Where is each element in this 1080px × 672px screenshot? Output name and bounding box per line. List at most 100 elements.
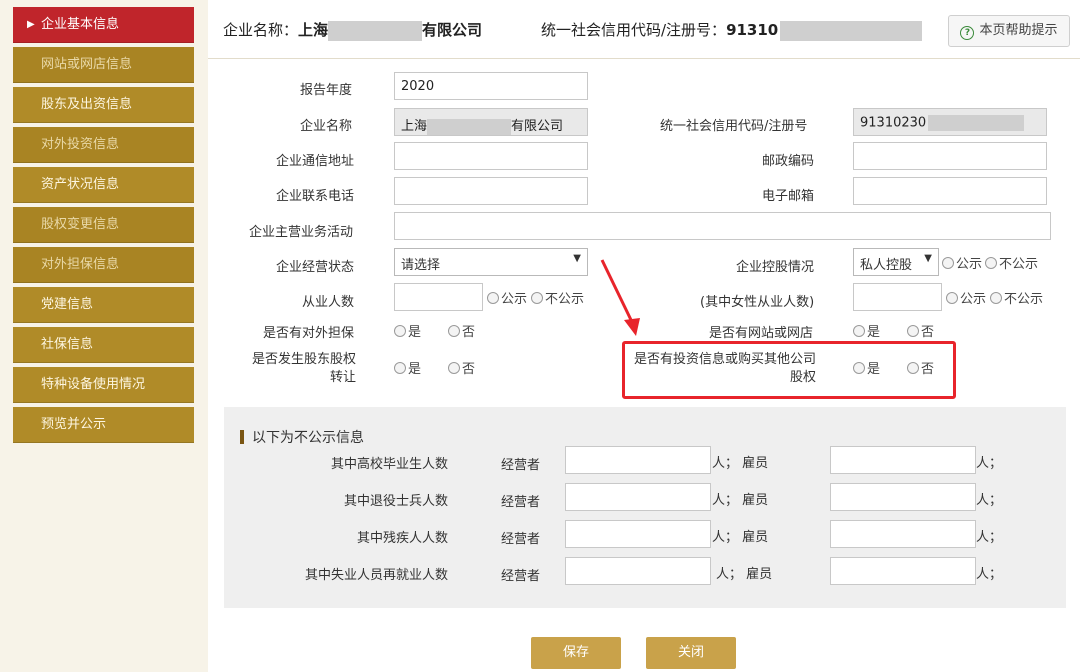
sidebar-item-label: 网站或网店信息 [41, 57, 133, 72]
sidebar-item-label: 股东及出资信息 [41, 97, 133, 112]
postcode-input[interactable] [853, 142, 1047, 170]
sidebar-item-social-security[interactable]: 社保信息 [13, 327, 194, 363]
redaction-mask [780, 20, 923, 41]
unit-label: 人； 雇员 [712, 456, 769, 471]
sidebar-item-equity-change[interactable]: 股权变更信息 [13, 207, 194, 243]
company-name-label: 企业名称 [300, 119, 353, 134]
sidebar-item-label: 党建信息 [41, 297, 94, 312]
graduates-employee-input[interactable] [830, 446, 976, 474]
radio-circle-icon [985, 257, 997, 269]
email-input[interactable] [853, 177, 1047, 205]
radio-circle-icon [946, 292, 958, 304]
female-employees-input[interactable] [853, 283, 942, 311]
employees-not-public-radio[interactable]: 不公示 [531, 288, 584, 307]
guarantee-no-radio[interactable]: 否 [448, 321, 475, 340]
phone-label: 企业联系电话 [276, 189, 355, 204]
graduates-operator-input[interactable] [565, 446, 711, 474]
reemployed-operator-input[interactable] [565, 557, 711, 585]
caret-down-icon: ▼ [573, 253, 581, 264]
sidebar-item-label: 资产状况信息 [41, 177, 120, 192]
veterans-label: 其中退役士兵人数 [343, 494, 448, 509]
highlight-box [622, 341, 956, 399]
transfer-no-radio[interactable]: 否 [448, 358, 475, 377]
radio-circle-icon [531, 292, 543, 304]
business-input[interactable] [394, 212, 1051, 240]
female-employees-label: (其中女性从业人数) [700, 295, 815, 310]
sidebar-item-label: 企业基本信息 [41, 17, 120, 32]
radio-circle-icon [448, 362, 460, 374]
company-name-display: 企业名称：上海 有限公司 [223, 20, 483, 41]
non-public-section: 以下为不公示信息 其中高校毕业生人数 经营者 人； 雇员 人； 其中退役士兵人数… [224, 407, 1066, 608]
save-button[interactable]: 保存 [531, 637, 621, 669]
unit-label: 人； 雇员 [712, 493, 769, 508]
guarantee-yes-radio[interactable]: 是 [394, 321, 421, 340]
operator-label: 经营者 [501, 569, 541, 584]
guarantee-label: 是否有对外担保 [263, 326, 355, 341]
status-select[interactable]: 请选择 ▼ [394, 248, 588, 276]
business-label: 企业主营业务活动 [249, 225, 354, 240]
sidebar-item-label: 预览并公示 [41, 417, 107, 432]
sidebar-item-special-equipment[interactable]: 特种设备使用情况 [13, 367, 194, 403]
veterans-employee-input[interactable] [830, 483, 976, 511]
transfer-yes-radio[interactable]: 是 [394, 358, 421, 377]
report-year-input[interactable]: 2020 [394, 72, 588, 100]
close-button[interactable]: 关闭 [646, 637, 736, 669]
employees-label: 从业人数 [302, 295, 355, 310]
sidebar-item-guarantee[interactable]: 对外担保信息 [13, 247, 194, 283]
sidebar-item-investment[interactable]: 对外投资信息 [13, 127, 194, 163]
veterans-operator-input[interactable] [565, 483, 711, 511]
section-title: 以下为不公示信息 [240, 427, 364, 447]
holding-public-radio[interactable]: 公示 [942, 253, 982, 272]
company-name-field: 上海 有限公司 [394, 108, 588, 136]
sidebar-item-party[interactable]: 党建信息 [13, 287, 194, 323]
holding-label: 企业控股情况 [736, 260, 815, 275]
credit-code-label: 统一社会信用代码/注册号 [660, 119, 808, 134]
employees-input[interactable] [394, 283, 483, 311]
address-label: 企业通信地址 [276, 154, 355, 169]
sidebar-item-label: 对外投资信息 [41, 137, 120, 152]
holding-select[interactable]: 私人控股 ▼ [853, 248, 939, 276]
radio-circle-icon [448, 325, 460, 337]
unit-label: 人； [976, 567, 1003, 582]
unit-label: 人； [976, 530, 1003, 545]
website-yes-radio[interactable]: 是 [853, 321, 880, 340]
help-button[interactable]: ? 本页帮助提示 [948, 15, 1070, 47]
redaction-mask [928, 115, 1025, 131]
female-not-public-radio[interactable]: 不公示 [990, 288, 1043, 307]
address-input[interactable] [394, 142, 588, 170]
phone-input[interactable] [394, 177, 588, 205]
unit-label: 人； 雇员 [712, 530, 769, 545]
sidebar: ▶ 企业基本信息 网站或网店信息 股东及出资信息 对外投资信息 资产状况信息 股… [0, 0, 208, 672]
website-no-radio[interactable]: 否 [907, 321, 934, 340]
reemployed-label: 其中失业人员再就业人数 [304, 568, 448, 583]
sidebar-item-basic-info[interactable]: ▶ 企业基本信息 [13, 7, 194, 43]
radio-circle-icon [942, 257, 954, 269]
disabled-employee-input[interactable] [830, 520, 976, 548]
sidebar-item-label: 对外担保信息 [41, 257, 120, 272]
sidebar-item-website[interactable]: 网站或网店信息 [13, 47, 194, 83]
sidebar-item-preview[interactable]: 预览并公示 [13, 407, 194, 443]
disabled-operator-input[interactable] [565, 520, 711, 548]
sidebar-item-shareholders[interactable]: 股东及出资信息 [13, 87, 194, 123]
credit-code-display: 统一社会信用代码/注册号：91310 [541, 19, 923, 41]
radio-circle-icon [990, 292, 1002, 304]
arrow-right-icon: ▶ [27, 19, 35, 30]
sidebar-item-label: 股权变更信息 [41, 217, 120, 232]
radio-circle-icon [853, 325, 865, 337]
status-label: 企业经营状态 [276, 260, 355, 275]
radio-circle-icon [394, 325, 406, 337]
disabled-label: 其中残疾人人数 [356, 531, 448, 546]
operator-label: 经营者 [501, 532, 541, 547]
holding-not-public-radio[interactable]: 不公示 [985, 253, 1038, 272]
email-label: 电子邮箱 [762, 189, 815, 204]
graduates-label: 其中高校毕业生人数 [330, 457, 448, 472]
caret-down-icon: ▼ [924, 253, 932, 264]
sidebar-item-assets[interactable]: 资产状况信息 [13, 167, 194, 203]
transfer-label: 是否发生股东股权 转让 [251, 352, 356, 385]
redaction-mask [427, 118, 512, 135]
female-public-radio[interactable]: 公示 [946, 288, 986, 307]
radio-circle-icon [394, 362, 406, 374]
reemployed-employee-input[interactable] [830, 557, 976, 585]
employees-public-radio[interactable]: 公示 [487, 288, 527, 307]
unit-label: 人； [976, 493, 1003, 508]
